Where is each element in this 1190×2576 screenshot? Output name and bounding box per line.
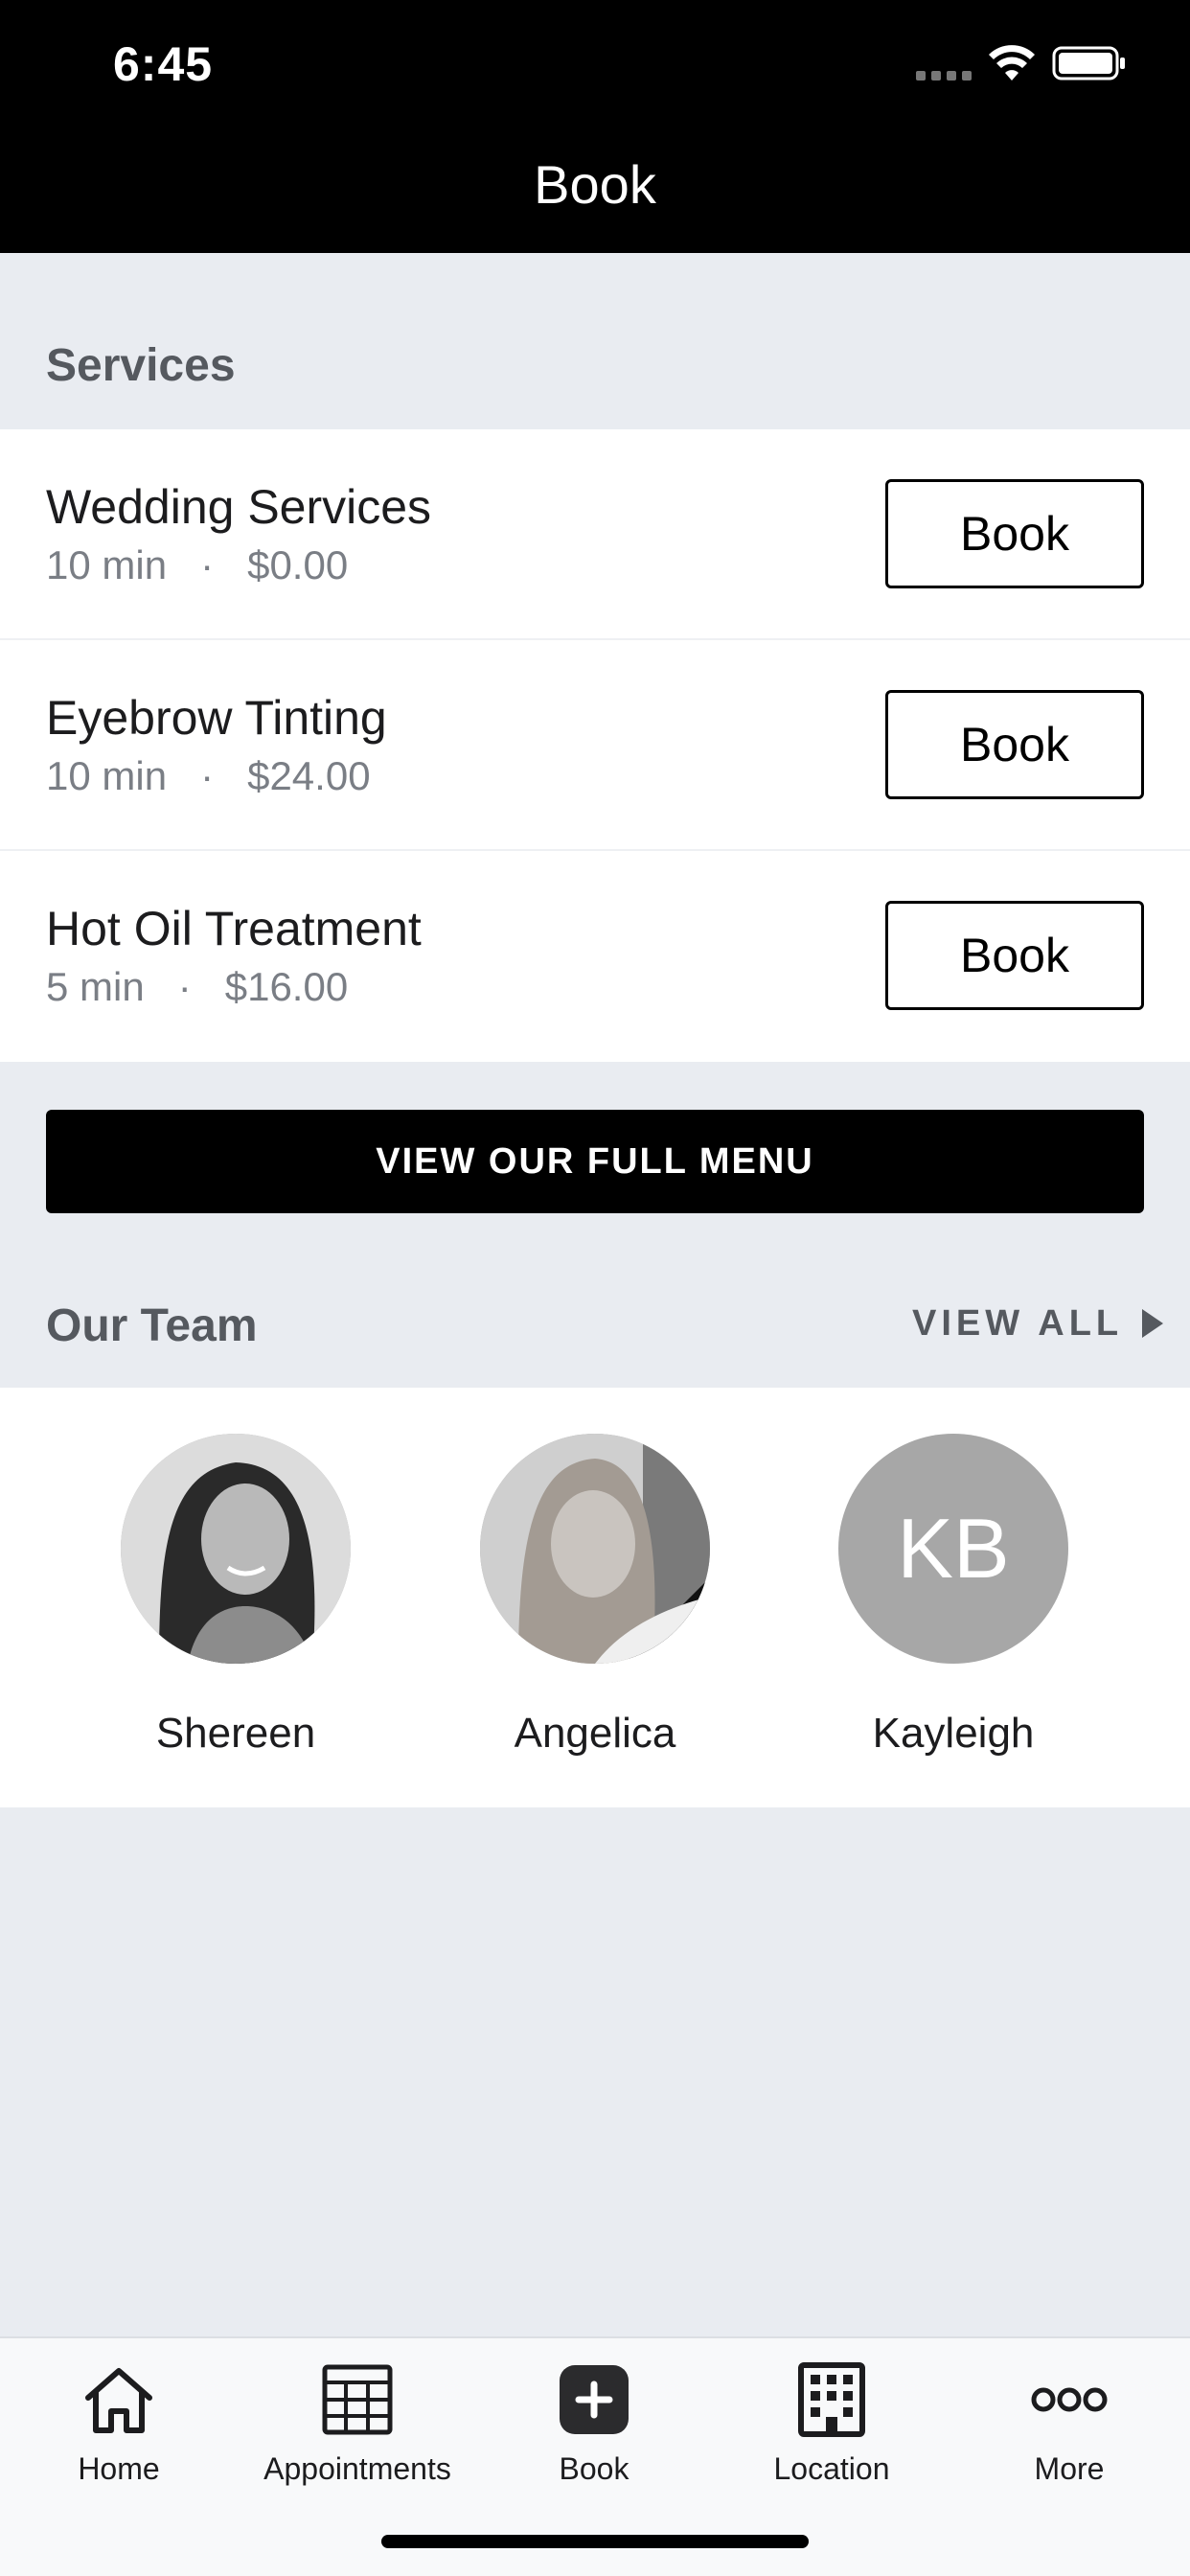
plus-square-icon	[560, 2365, 629, 2434]
view-full-menu-button[interactable]: VIEW OUR FULL MENU	[46, 1110, 1144, 1213]
avatar	[480, 1434, 710, 1664]
team-member[interactable]: KB Kayleigh	[810, 1434, 1097, 1758]
view-all-label: VIEW ALL	[912, 1302, 1124, 1344]
service-duration: 10 min	[46, 753, 168, 798]
service-price: $24.00	[247, 753, 371, 798]
view-all-link[interactable]: VIEW ALL	[912, 1301, 1165, 1346]
more-dots-icon	[1031, 2387, 1108, 2412]
separator-dot: ·	[200, 542, 215, 587]
service-name: Hot Oil Treatment	[46, 902, 422, 955]
avatar	[121, 1434, 351, 1664]
calendar-grid-icon	[322, 2364, 393, 2435]
tab-more[interactable]: More	[954, 2361, 1184, 2487]
service-duration: 10 min	[46, 542, 168, 587]
team-section-title: Our Team	[46, 1300, 258, 1351]
service-meta: 10 min · $24.00	[46, 753, 371, 799]
service-row: Wedding Services 10 min · $0.00 Book	[0, 429, 1190, 640]
book-button[interactable]: Book	[885, 690, 1144, 799]
battery-icon	[1052, 46, 1125, 80]
service-price: $16.00	[224, 964, 349, 1009]
avatar-initials: KB	[838, 1434, 1068, 1664]
service-name: Eyebrow Tinting	[46, 691, 387, 745]
member-name: Angelica	[514, 1710, 676, 1757]
status-time: 6:45	[113, 37, 214, 91]
book-button[interactable]: Book	[885, 479, 1144, 588]
service-meta: 10 min · $0.00	[46, 542, 348, 588]
separator-dot: ·	[200, 753, 215, 798]
building-icon	[798, 2362, 865, 2437]
page-title: Book	[534, 154, 656, 215]
avatar-photo-shereen	[121, 1434, 351, 1664]
separator-dot: ·	[177, 964, 192, 1009]
tab-label: Appointments	[263, 2451, 451, 2486]
tab-appointments[interactable]: Appointments	[242, 2361, 472, 2487]
wifi-icon	[989, 45, 1035, 80]
top-bar: 6:45 Book	[0, 0, 1190, 253]
service-duration: 5 min	[46, 964, 145, 1009]
team-panel: Shereen Angelica KB Kayleigh	[0, 1388, 1190, 1807]
home-indicator	[381, 2535, 809, 2548]
tab-label: Book	[559, 2451, 629, 2486]
service-row: Eyebrow Tinting 10 min · $24.00 Book	[0, 640, 1190, 851]
tab-home[interactable]: Home	[4, 2361, 234, 2487]
service-meta: 5 min · $16.00	[46, 964, 348, 1010]
service-price: $0.00	[247, 542, 349, 587]
services-list: Wedding Services 10 min · $0.00 Book Eye…	[0, 429, 1190, 1062]
book-button[interactable]: Book	[885, 901, 1144, 1010]
tab-label: Location	[773, 2451, 890, 2486]
member-name: Kayleigh	[872, 1710, 1035, 1757]
tab-label: Home	[78, 2451, 160, 2486]
cellular-signal-icon	[916, 71, 972, 82]
services-section-title: Services	[46, 340, 236, 391]
avatar-photo-angelica	[480, 1434, 710, 1664]
service-row: Hot Oil Treatment 5 min · $16.00 Book	[0, 851, 1190, 1062]
tab-location[interactable]: Location	[717, 2361, 947, 2487]
play-arrow-icon	[1142, 1309, 1164, 1338]
member-name: Shereen	[155, 1710, 316, 1757]
service-name: Wedding Services	[46, 480, 432, 534]
tab-book[interactable]: Book	[479, 2361, 709, 2487]
tab-label: More	[1034, 2451, 1105, 2486]
team-member[interactable]: Shereen	[92, 1434, 379, 1758]
home-icon	[85, 2368, 152, 2433]
team-member[interactable]: Angelica	[451, 1434, 739, 1758]
